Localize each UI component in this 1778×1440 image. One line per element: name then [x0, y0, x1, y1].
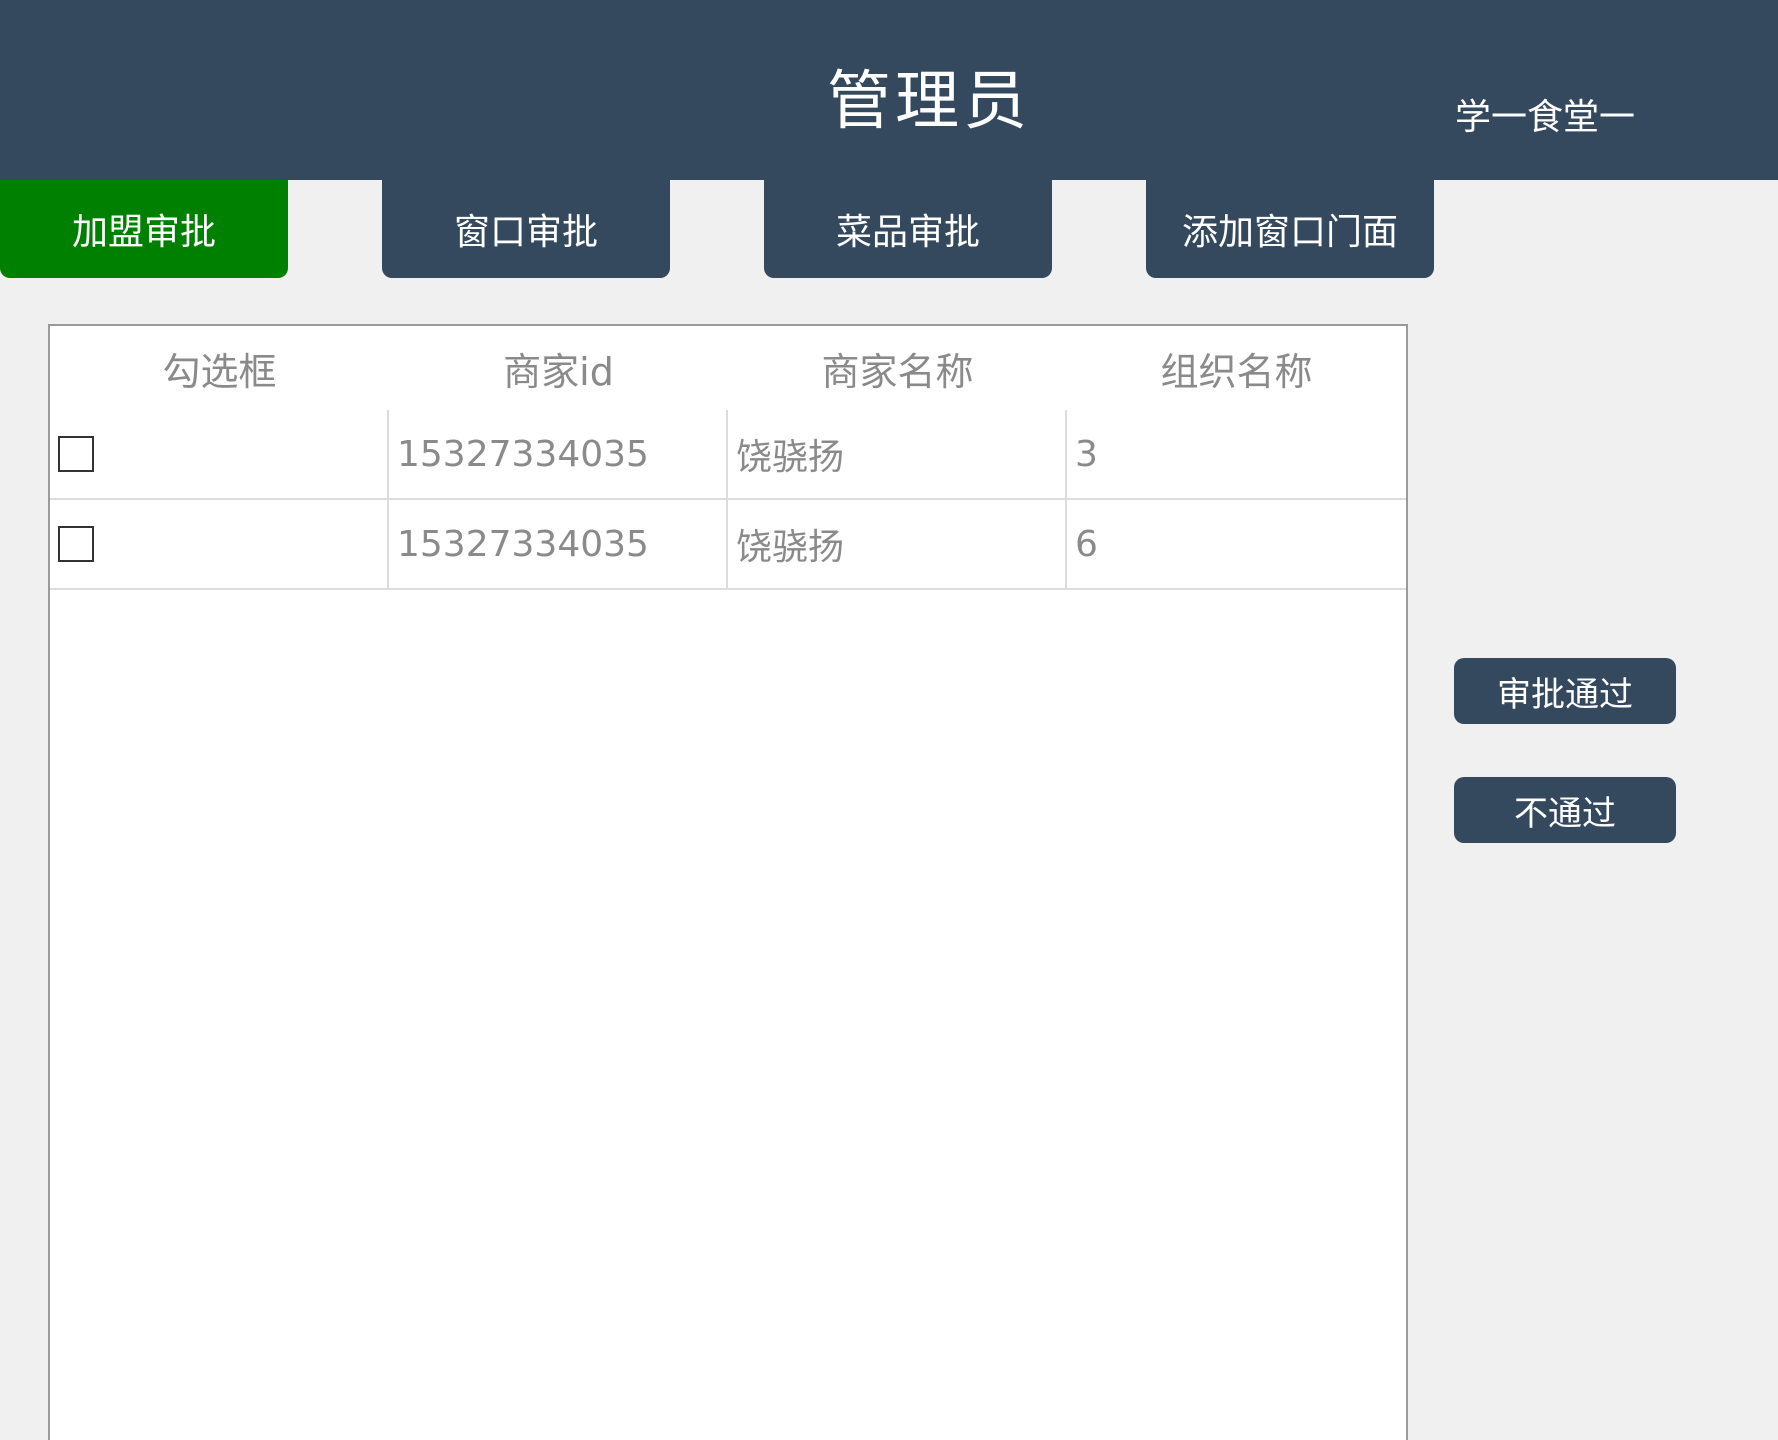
merchant-id-cell: 15327334035	[389, 500, 728, 588]
table-row[interactable]: 15327334035 饶骁扬 3	[50, 410, 1406, 500]
checkbox-cell	[50, 500, 389, 588]
tab-dish-approval[interactable]: 菜品审批	[764, 180, 1052, 278]
tab-window-approval[interactable]: 窗口审批	[382, 180, 670, 278]
user-label: 学一食堂一	[1455, 97, 1636, 138]
column-header-merchant-id: 商家id	[503, 349, 614, 394]
checkbox-cell	[50, 410, 389, 498]
org-name-cell: 3	[1075, 433, 1098, 475]
header-bar: 管理员 学一食堂一	[0, 0, 1778, 180]
table-header: 勾选框 商家id 商家名称 组织名称	[50, 326, 1406, 410]
merchant-id-cell: 15327334035	[389, 410, 728, 498]
reject-button[interactable]: 不通过	[1454, 777, 1676, 843]
table-row[interactable]: 15327334035 饶骁扬 6	[50, 500, 1406, 590]
approval-table: 勾选框 商家id 商家名称 组织名称 15327334035 饶骁扬 3 153…	[48, 324, 1408, 1440]
tab-add-window-storefront[interactable]: 添加窗口门面	[1146, 180, 1434, 278]
column-header-merchant-name: 商家名称	[821, 349, 974, 394]
org-name-cell: 6	[1075, 523, 1098, 565]
tab-franchise-approval[interactable]: 加盟审批	[0, 180, 288, 278]
row-checkbox[interactable]	[58, 526, 94, 562]
row-checkbox[interactable]	[58, 436, 94, 472]
approve-button[interactable]: 审批通过	[1454, 658, 1676, 724]
merchant-name-cell: 饶骁扬	[728, 500, 1067, 588]
column-header-checkbox: 勾选框	[162, 349, 277, 394]
column-header-org-name: 组织名称	[1160, 349, 1313, 394]
merchant-name-cell: 饶骁扬	[728, 410, 1067, 498]
